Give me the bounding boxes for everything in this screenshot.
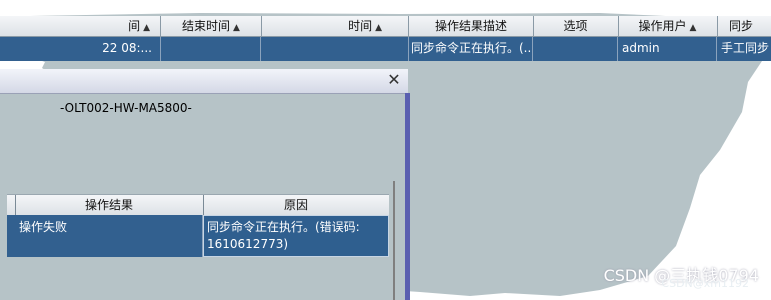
- column-header-result[interactable]: 操作结果: [15, 195, 204, 215]
- column-label: 操作结果描述: [434, 19, 507, 33]
- column-header-time[interactable]: 时间 ▲: [261, 16, 409, 36]
- cell-user: admin: [618, 37, 717, 61]
- column-header-sync[interactable]: 同步: [717, 16, 771, 36]
- column-header-user[interactable]: 操作用户 ▲: [618, 16, 718, 36]
- dialog-border: [405, 93, 410, 300]
- column-label: 间: [128, 19, 141, 33]
- column-label: 时间: [348, 19, 373, 33]
- sort-asc-icon: ▲: [375, 23, 382, 33]
- cell-start-time: 22 08:...: [0, 37, 161, 61]
- column-header-description[interactable]: 操作结果描述: [409, 16, 534, 36]
- table-row[interactable]: 操作失败 同步命令正在执行。(错误码: 1610612773): [7, 215, 389, 257]
- close-icon[interactable]: ✕: [386, 71, 402, 89]
- column-label: 操作用户: [638, 19, 687, 33]
- column-label: 同步: [729, 19, 754, 33]
- table-row[interactable]: 22 08:... 同步命令正在执行。(... admin 手工同步: [0, 37, 771, 61]
- sort-asc-icon: ▲: [689, 23, 697, 33]
- cell-description: 同步命令正在执行。(...: [409, 37, 533, 61]
- main-table-header: 间 ▲ 结束时间 ▲ 时间 ▲ 操作结果描述 选项 操作用户 ▲ 同步: [0, 16, 771, 37]
- column-label: 结束时间: [182, 19, 231, 33]
- column-header-option[interactable]: 选项: [533, 16, 619, 36]
- cell-end-time: [161, 37, 261, 61]
- device-name-label: -OLT002-HW-MA5800-: [60, 101, 192, 115]
- cell-reason: 同步命令正在执行。(错误码: 1610612773): [203, 215, 389, 257]
- sort-asc-icon: ▲: [233, 23, 240, 33]
- column-header-start-time[interactable]: 间 ▲: [0, 16, 161, 36]
- sort-asc-icon: ▲: [143, 23, 150, 33]
- cell-result: 操作失败: [15, 215, 203, 257]
- reason-line-2: 1610612773): [207, 237, 289, 251]
- cell-time: [261, 37, 409, 61]
- watermark-small: CSDN@xm1192: [661, 277, 749, 290]
- column-header-reason[interactable]: 原因: [203, 195, 389, 215]
- cell-sync: 手工同步: [721, 41, 770, 55]
- column-label: 选项: [563, 19, 588, 33]
- results-table-header: 操作结果 原因: [7, 194, 389, 216]
- column-header-end-time[interactable]: 结束时间 ▲: [161, 16, 262, 36]
- reason-line-1: 同步命令正在执行。(错误码:: [207, 220, 360, 234]
- cell-option: [533, 37, 618, 61]
- dialog-title-bar[interactable]: ✕: [0, 69, 408, 94]
